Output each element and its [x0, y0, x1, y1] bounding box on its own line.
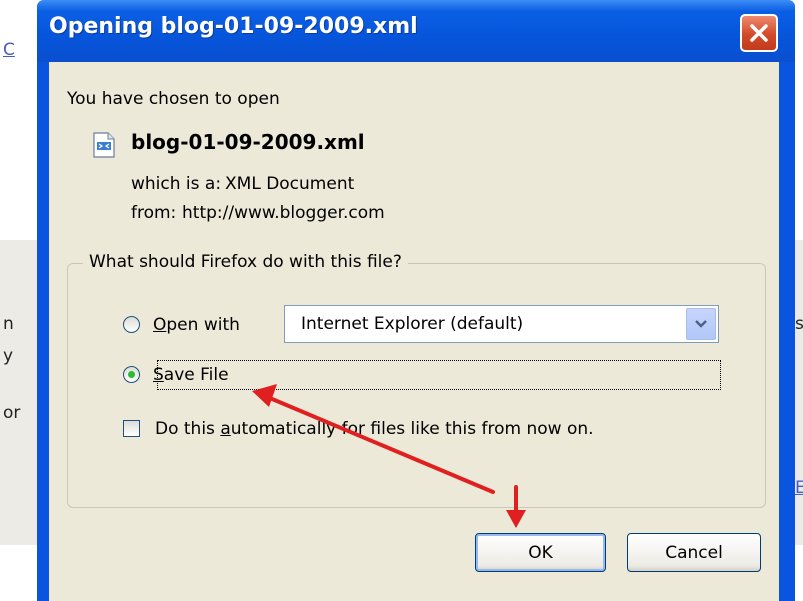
save-file-label[interactable]: Save File	[153, 365, 229, 385]
open-with-application-select[interactable]: Internet Explorer (default)	[284, 305, 719, 343]
close-x-icon	[750, 24, 768, 42]
auto-action-label-end: utomatically for files like this from no…	[230, 419, 594, 439]
open-with-label[interactable]: Open with	[153, 315, 240, 335]
close-button[interactable]	[740, 14, 778, 52]
dialog-body: You have chosen to open blog-01-09-2009.…	[49, 62, 779, 601]
cancel-button[interactable]: Cancel	[627, 533, 761, 572]
save-file-label-rest: ave File	[163, 365, 229, 385]
open-with-application-value: Internet Explorer (default)	[301, 314, 524, 334]
download-dialog-window: Opening blog-01-09-2009.xml You have cho…	[37, 0, 795, 601]
background-link-fragment[interactable]: E	[795, 478, 803, 498]
xml-file-icon	[93, 132, 115, 158]
file-type-value: XML Document	[225, 174, 355, 194]
open-with-radio[interactable]	[123, 316, 140, 333]
intro-text: You have chosen to open	[67, 89, 280, 109]
open-with-label-rest: pen with	[166, 315, 240, 335]
ok-button[interactable]: OK	[475, 533, 606, 572]
auto-action-label-start: Do this	[155, 419, 221, 439]
file-name: blog-01-09-2009.xml	[131, 130, 365, 154]
from-label: from:	[131, 203, 177, 223]
save-file-focus-rect	[157, 360, 721, 390]
background-link-fragment[interactable]: C	[3, 40, 15, 60]
radio-selected-dot	[128, 371, 135, 378]
file-action-group-legend: What should Firefox do with this file?	[83, 252, 408, 272]
auto-action-accesskey: a	[220, 419, 231, 439]
save-file-radio[interactable]	[123, 366, 140, 383]
save-file-accesskey: S	[153, 365, 164, 385]
background-text-fragment: or	[3, 403, 21, 423]
source-url-value: http://www.blogger.com	[182, 203, 385, 223]
chevron-down-icon	[695, 320, 707, 328]
background-text-fragment: y	[3, 346, 14, 366]
open-with-accesskey: O	[153, 315, 167, 335]
auto-action-checkbox[interactable]	[123, 420, 140, 437]
which-is-label: which is a:	[131, 174, 222, 194]
window-title: Opening blog-01-09-2009.xml	[49, 14, 418, 39]
background-text-fragment: s	[795, 314, 803, 334]
dropdown-button[interactable]	[686, 308, 716, 340]
title-bar[interactable]: Opening blog-01-09-2009.xml	[37, 0, 795, 62]
background-text-fragment: n	[3, 314, 14, 334]
auto-action-label[interactable]: Do this automatically for files like thi…	[155, 419, 594, 439]
